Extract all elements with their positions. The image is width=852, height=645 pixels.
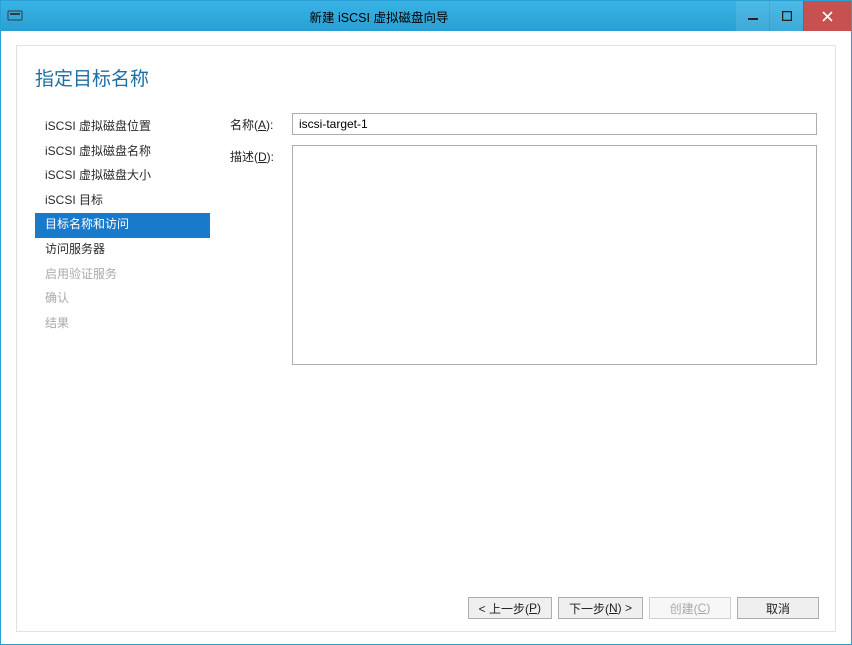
previous-button[interactable]: < 上一步(P) [468, 597, 552, 619]
step-iscsi-target[interactable]: iSCSI 目标 [35, 189, 210, 214]
cancel-button[interactable]: 取消 [737, 597, 819, 619]
titlebar: 新建 iSCSI 虚拟磁盘向导 [1, 1, 851, 31]
page-title: 指定目标名称 [17, 46, 835, 113]
content-box: 指定目标名称 iSCSI 虚拟磁盘位置 iSCSI 虚拟磁盘名称 iSCSI 虚… [16, 45, 836, 632]
wizard-steps-sidebar: iSCSI 虚拟磁盘位置 iSCSI 虚拟磁盘名称 iSCSI 虚拟磁盘大小 i… [35, 113, 210, 587]
step-vdisk-size[interactable]: iSCSI 虚拟磁盘大小 [35, 164, 210, 189]
button-bar: < 上一步(P) 下一步(N) > 创建(C) 取消 [17, 587, 835, 631]
name-label: 名称(A): [230, 113, 292, 133]
name-row: 名称(A): [230, 113, 817, 135]
step-enable-auth: 启用验证服务 [35, 263, 210, 288]
create-button: 创建(C) [649, 597, 731, 619]
window-title: 新建 iSCSI 虚拟磁盘向导 [23, 1, 735, 31]
step-result: 结果 [35, 312, 210, 337]
content-wrapper: 指定目标名称 iSCSI 虚拟磁盘位置 iSCSI 虚拟磁盘名称 iSCSI 虚… [1, 31, 851, 644]
minimize-icon [748, 11, 758, 21]
close-icon [822, 11, 833, 22]
form-area: 名称(A): 描述(D): [210, 113, 835, 587]
target-description-input[interactable] [292, 145, 817, 365]
maximize-button[interactable] [769, 1, 803, 31]
description-label: 描述(D): [230, 145, 292, 165]
step-vdisk-name[interactable]: iSCSI 虚拟磁盘名称 [35, 140, 210, 165]
step-access-servers[interactable]: 访问服务器 [35, 238, 210, 263]
body-area: iSCSI 虚拟磁盘位置 iSCSI 虚拟磁盘名称 iSCSI 虚拟磁盘大小 i… [17, 113, 835, 587]
step-confirm: 确认 [35, 287, 210, 312]
step-vdisk-location[interactable]: iSCSI 虚拟磁盘位置 [35, 115, 210, 140]
wizard-window: 新建 iSCSI 虚拟磁盘向导 指定目标名称 iSCSI 虚拟磁盘位置 [0, 0, 852, 645]
target-name-input[interactable] [292, 113, 817, 135]
minimize-button[interactable] [735, 1, 769, 31]
close-button[interactable] [803, 1, 851, 31]
description-row: 描述(D): [230, 145, 817, 365]
window-controls [735, 1, 851, 31]
next-button[interactable]: 下一步(N) > [558, 597, 643, 619]
maximize-icon [782, 11, 792, 21]
title-icon-wrap [1, 1, 23, 31]
app-icon [7, 8, 23, 24]
step-target-name-access[interactable]: 目标名称和访问 [35, 213, 210, 238]
